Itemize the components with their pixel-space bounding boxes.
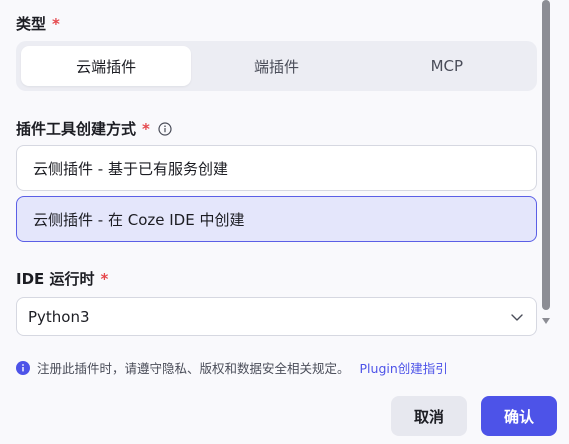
ide-runtime-label-text: IDE 运行时	[16, 270, 95, 288]
required-mark: *	[52, 14, 60, 33]
option-coze-ide[interactable]: 云侧插件 - 在 Coze IDE 中创建	[16, 196, 537, 242]
confirm-button[interactable]: 确认	[481, 396, 557, 436]
required-mark: *	[100, 269, 109, 288]
option-existing-service[interactable]: 云侧插件 - 基于已有服务创建	[16, 145, 537, 191]
creation-method-label-text: 插件工具创建方式	[16, 120, 137, 138]
tab-cloud-plugin[interactable]: 云端插件	[21, 46, 192, 86]
tab-mcp[interactable]: MCP	[362, 46, 532, 86]
ide-runtime-label: IDE 运行时 *	[16, 268, 108, 289]
chevron-down-icon	[510, 310, 524, 324]
scroll-down-arrow-icon[interactable]	[542, 318, 550, 324]
tab-device-plugin[interactable]: 端插件	[191, 46, 361, 86]
plugin-guide-link[interactable]: Plugin创建指引	[360, 358, 448, 377]
scrollbar-thumb[interactable]	[542, 0, 550, 310]
cancel-button[interactable]: 取消	[391, 396, 467, 436]
notice-text: 注册此插件时，请遵守隐私、版权和数据安全相关规定。	[37, 361, 350, 376]
ide-runtime-select[interactable]: Python3	[16, 297, 537, 336]
type-segmented-control: 云端插件 端插件 MCP	[16, 41, 537, 91]
type-label: 类型 *	[16, 13, 60, 34]
required-mark: *	[142, 119, 150, 138]
creation-method-label: 插件工具创建方式 *	[16, 118, 172, 139]
compliance-notice: 注册此插件时，请遵守隐私、版权和数据安全相关规定。 Plugin创建指引	[16, 358, 448, 377]
ide-runtime-value: Python3	[28, 307, 90, 326]
info-filled-icon	[16, 360, 30, 375]
type-label-text: 类型	[16, 15, 47, 33]
info-circle-icon[interactable]	[158, 121, 172, 136]
